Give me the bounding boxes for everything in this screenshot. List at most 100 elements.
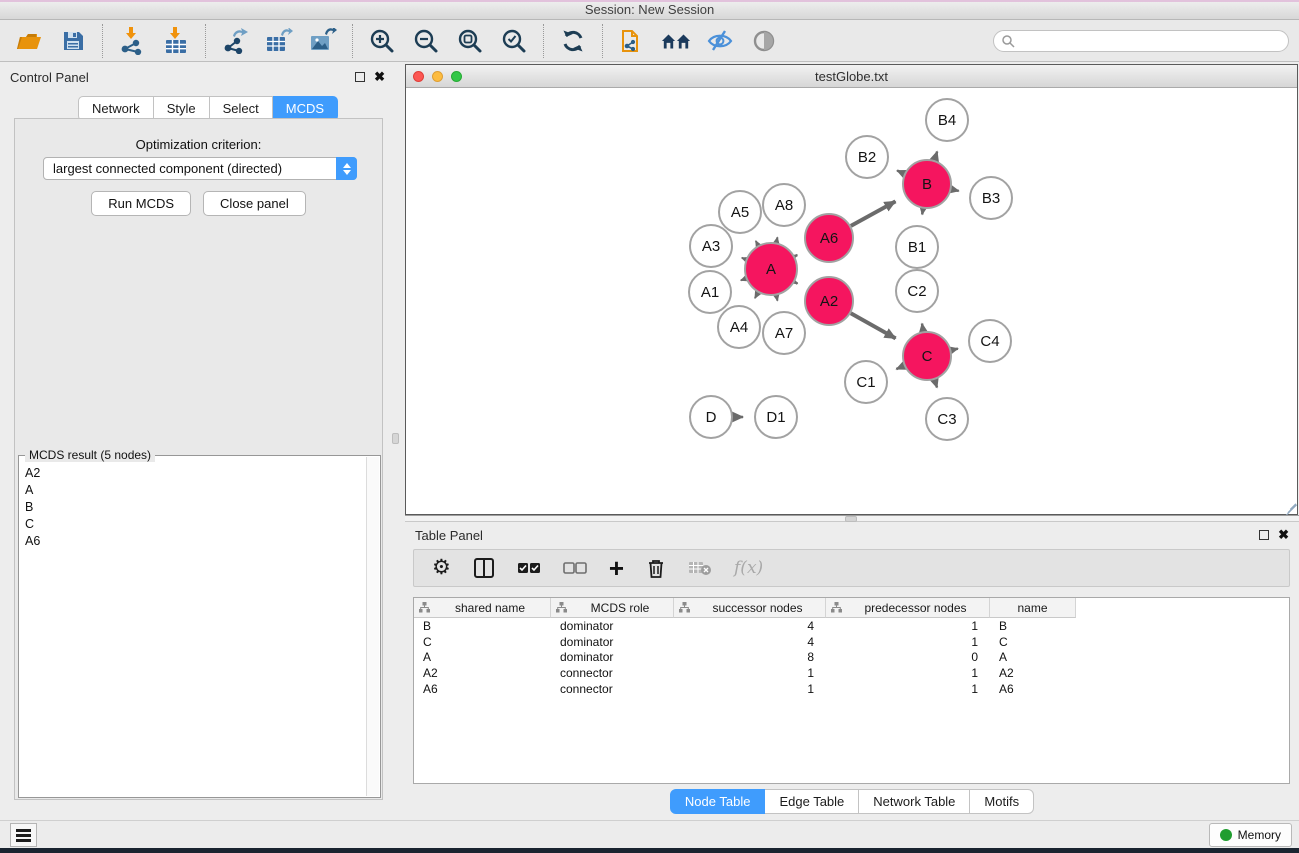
close-panel-button[interactable]: Close panel xyxy=(203,191,306,216)
result-scrollbar[interactable] xyxy=(366,457,379,796)
deselect-all-icon[interactable] xyxy=(563,554,587,582)
table-cell[interactable]: C xyxy=(414,635,551,649)
table-row[interactable]: Adominator80A xyxy=(414,649,1289,665)
close-panel-icon[interactable]: ✖ xyxy=(374,72,385,82)
export-network-icon[interactable] xyxy=(220,26,250,56)
graph-edge-A-A2[interactable] xyxy=(795,282,798,284)
tab-edge-table[interactable]: Edge Table xyxy=(765,789,859,814)
graph-edge-B-B2[interactable] xyxy=(897,171,904,174)
columns-icon[interactable] xyxy=(473,554,495,582)
table-cell[interactable]: dominator xyxy=(551,619,674,633)
table-cell[interactable]: A xyxy=(990,650,1076,664)
table-cell[interactable]: 4 xyxy=(674,635,826,649)
result-list-item[interactable]: A6 xyxy=(20,532,366,549)
graph-edge-B-B1[interactable] xyxy=(922,209,923,215)
delete-table-icon[interactable] xyxy=(688,554,712,582)
graph-edge-A-A6[interactable] xyxy=(795,255,797,256)
column-header-predecessor-nodes[interactable]: predecessor nodes xyxy=(826,598,990,618)
export-image-icon[interactable] xyxy=(308,26,338,56)
table-cell[interactable]: C xyxy=(990,635,1076,649)
result-list-item[interactable]: A2 xyxy=(20,464,366,481)
show-eye-icon[interactable] xyxy=(749,26,779,56)
table-row[interactable]: Bdominator41B xyxy=(414,618,1289,634)
table-cell[interactable]: 1 xyxy=(826,682,990,696)
table-row[interactable]: A6connector11A6 xyxy=(414,681,1289,697)
tab-node-table[interactable]: Node Table xyxy=(670,789,766,814)
result-list-item[interactable]: A xyxy=(20,481,366,498)
graph-edge-B-B3[interactable] xyxy=(951,189,958,191)
table-cell[interactable]: 1 xyxy=(826,619,990,633)
table-cell[interactable]: A2 xyxy=(990,666,1076,680)
import-network-icon[interactable] xyxy=(117,26,147,56)
graph-edge-C-C3[interactable] xyxy=(935,380,937,388)
add-row-icon[interactable]: + xyxy=(609,554,624,582)
search-field[interactable] xyxy=(993,30,1289,52)
table-cell[interactable]: A xyxy=(414,650,551,664)
table-row[interactable]: A2connector11A2 xyxy=(414,665,1289,681)
task-history-button[interactable] xyxy=(10,823,37,847)
graph-edge-A-A1[interactable] xyxy=(741,279,746,281)
network-zoom-button[interactable] xyxy=(451,71,462,82)
search-input[interactable] xyxy=(1015,34,1275,48)
table-row[interactable]: Cdominator41C xyxy=(414,634,1289,650)
zoom-selected-icon[interactable] xyxy=(499,26,529,56)
graph-edge-A6-B[interactable] xyxy=(851,201,896,226)
settings-icon[interactable]: ⚙ xyxy=(432,554,451,582)
graph-edge-A-A7[interactable] xyxy=(776,295,777,300)
close-table-panel-icon[interactable]: ✖ xyxy=(1278,530,1289,540)
float-table-panel-icon[interactable] xyxy=(1259,530,1269,540)
result-list-item[interactable]: C xyxy=(20,515,366,532)
table-cell[interactable]: A6 xyxy=(990,682,1076,696)
table-cell[interactable]: dominator xyxy=(551,650,674,664)
vertical-divider-grip[interactable] xyxy=(392,433,399,444)
window-resize-grip[interactable] xyxy=(1283,500,1295,512)
tab-motifs[interactable]: Motifs xyxy=(970,789,1034,814)
graph-edge-C-C4[interactable] xyxy=(951,349,958,351)
export-table-icon[interactable] xyxy=(264,26,294,56)
hide-panels-icon[interactable] xyxy=(705,26,735,56)
column-header-successor-nodes[interactable]: successor nodes xyxy=(674,598,826,618)
table-cell[interactable]: connector xyxy=(551,682,674,696)
zoom-fit-icon[interactable] xyxy=(455,26,485,56)
table-cell[interactable]: A6 xyxy=(414,682,551,696)
home-view-icon[interactable] xyxy=(661,26,691,56)
network-canvas[interactable]: B4B2BB3A8A5A6A3B1AC2A1A2A4A7C4CC1DD1C3 xyxy=(406,88,1297,514)
graph-edge-A-A3[interactable] xyxy=(742,258,746,260)
save-session-icon[interactable] xyxy=(58,26,88,56)
graph-edge-A2-C[interactable] xyxy=(851,313,896,338)
clone-network-icon[interactable] xyxy=(617,26,647,56)
tab-network-table[interactable]: Network Table xyxy=(859,789,970,814)
graph-edge-C-C2[interactable] xyxy=(922,324,923,332)
table-cell[interactable]: B xyxy=(414,619,551,633)
criterion-dropdown[interactable]: largest connected component (directed) xyxy=(43,157,357,180)
select-all-icon[interactable] xyxy=(517,554,541,582)
refresh-icon[interactable] xyxy=(558,26,588,56)
table-cell[interactable]: dominator xyxy=(551,635,674,649)
float-panel-icon[interactable] xyxy=(355,72,365,82)
graph-edge-A-A4[interactable] xyxy=(755,293,758,298)
zoom-out-icon[interactable] xyxy=(411,26,441,56)
run-mcds-button[interactable]: Run MCDS xyxy=(91,191,191,216)
result-list-item[interactable]: B xyxy=(20,498,366,515)
graph-edge-C-C1[interactable] xyxy=(896,366,904,369)
table-cell[interactable]: connector xyxy=(551,666,674,680)
table-cell[interactable]: 0 xyxy=(826,650,990,664)
zoom-in-icon[interactable] xyxy=(367,26,397,56)
function-builder-icon[interactable]: f(x) xyxy=(734,554,763,582)
graph-edge-B-B4[interactable] xyxy=(934,151,937,160)
graph-edge-A-A5[interactable] xyxy=(756,241,758,245)
table-cell[interactable]: A2 xyxy=(414,666,551,680)
table-cell[interactable]: 1 xyxy=(826,666,990,680)
table-cell[interactable]: 1 xyxy=(674,666,826,680)
column-header-name[interactable]: name xyxy=(990,598,1076,618)
network-close-button[interactable] xyxy=(413,71,424,82)
table-cell[interactable]: 4 xyxy=(674,619,826,633)
memory-button[interactable]: Memory xyxy=(1209,823,1292,847)
table-cell[interactable]: 8 xyxy=(674,650,826,664)
import-table-icon[interactable] xyxy=(161,26,191,56)
network-minimize-button[interactable] xyxy=(432,71,443,82)
table-cell[interactable]: 1 xyxy=(674,682,826,696)
column-header-shared-name[interactable]: shared name xyxy=(414,598,551,618)
column-header-MCDS-role[interactable]: MCDS role xyxy=(551,598,674,618)
delete-row-icon[interactable] xyxy=(646,554,666,582)
